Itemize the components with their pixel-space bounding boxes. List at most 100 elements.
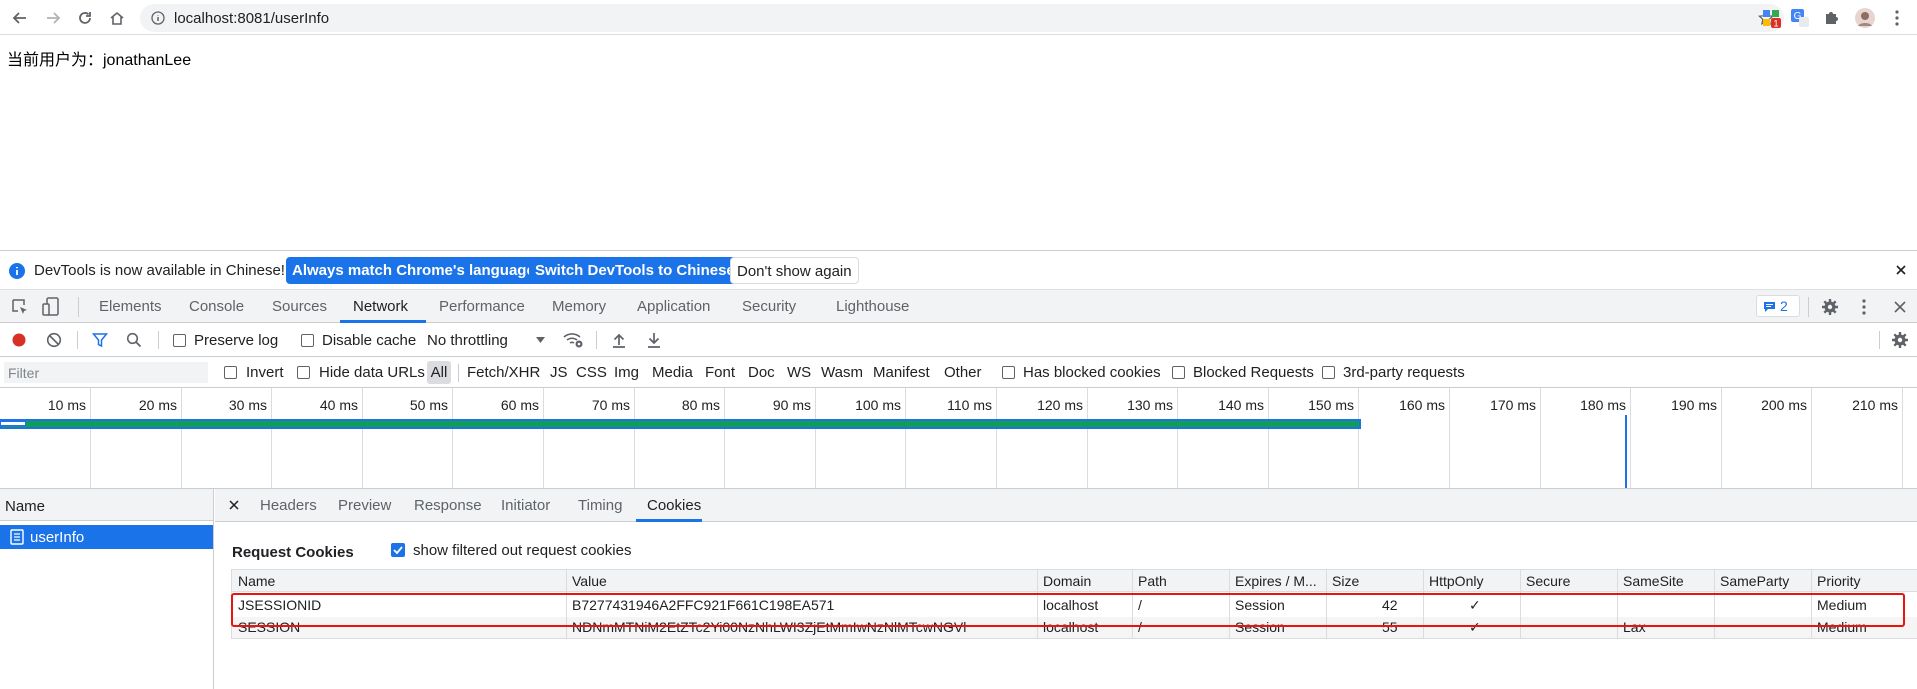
tab-application[interactable]: Application (637, 298, 710, 315)
checkmark-icon (393, 546, 403, 555)
settings-gear-icon[interactable] (1821, 298, 1839, 316)
col-header-expires[interactable]: Expires / M... (1235, 573, 1317, 589)
third-party-requests-checkbox[interactable] (1322, 366, 1335, 379)
request-row-userinfo[interactable]: userInfo (0, 525, 213, 549)
col-header-priority[interactable]: Priority (1817, 573, 1861, 589)
col-header-httponly[interactable]: HttpOnly (1429, 573, 1483, 589)
profile-avatar-icon[interactable] (1854, 7, 1876, 29)
filter-input[interactable] (4, 362, 208, 383)
throttling-select[interactable]: No throttling (427, 332, 508, 349)
always-match-language-button[interactable]: Always match Chrome's language (286, 257, 541, 284)
tab-lighthouse[interactable]: Lighthouse (836, 298, 909, 315)
filter-funnel-icon[interactable] (92, 332, 108, 348)
tab-cookies[interactable]: Cookies (647, 497, 701, 514)
dont-show-again-button[interactable]: Don't show again (730, 257, 859, 284)
tab-security[interactable]: Security (742, 298, 796, 315)
timeline-tick-label: 110 ms (947, 397, 992, 413)
timeline-tick-label: 130 ms (1127, 397, 1173, 413)
tab-initiator[interactable]: Initiator (501, 497, 550, 514)
type-filter-manifest[interactable]: Manifest (873, 364, 930, 381)
record-button-icon[interactable] (11, 332, 27, 348)
clear-icon[interactable] (46, 332, 62, 348)
col-header-sameparty[interactable]: SameParty (1720, 573, 1789, 589)
extension-tabs-icon[interactable]: 1 (1760, 7, 1782, 29)
timeline-gridline (543, 388, 544, 488)
type-filter-js[interactable]: JS (550, 364, 568, 381)
col-header-secure[interactable]: Secure (1526, 573, 1570, 589)
reload-icon[interactable] (72, 5, 98, 31)
request-list: Name userInfo (0, 489, 214, 689)
browser-menu-icon[interactable] (1886, 7, 1908, 29)
close-devtools-icon[interactable] (1894, 301, 1906, 313)
type-filter-all[interactable]: All (427, 361, 451, 384)
address-bar[interactable]: localhost:8081/userInfo (140, 4, 1784, 32)
type-filter-fetch-xhr[interactable]: Fetch/XHR (467, 364, 540, 381)
disable-cache-checkbox[interactable] (301, 334, 314, 347)
preserve-log-checkbox[interactable] (173, 334, 186, 347)
type-filter-img[interactable]: Img (614, 364, 639, 381)
timeline-tick-label: 100 ms (855, 397, 901, 413)
switch-devtools-chinese-button[interactable]: Switch DevTools to Chinese (529, 257, 741, 284)
dropdown-arrow-icon[interactable] (536, 337, 545, 343)
timeline-gridline (1358, 388, 1359, 488)
name-column-header[interactable]: Name (0, 489, 213, 521)
col-header-domain[interactable]: Domain (1043, 573, 1091, 589)
tab-preview[interactable]: Preview (338, 497, 391, 514)
show-filtered-cookies-checkbox[interactable] (391, 543, 405, 557)
tab-console[interactable]: Console (189, 298, 244, 315)
inspect-element-icon[interactable] (11, 298, 29, 316)
hide-data-urls-checkbox[interactable] (297, 366, 310, 379)
col-header-path[interactable]: Path (1138, 573, 1167, 589)
invert-checkbox[interactable] (224, 366, 237, 379)
tab-memory[interactable]: Memory (552, 298, 606, 315)
tab-sources[interactable]: Sources (272, 298, 327, 315)
search-icon[interactable] (126, 332, 142, 348)
timeline-gridline (1902, 388, 1903, 488)
col-header-size[interactable]: Size (1332, 573, 1359, 589)
svg-text:1: 1 (1773, 19, 1778, 29)
device-toolbar-icon[interactable] (42, 297, 60, 317)
type-filter-doc[interactable]: Doc (748, 364, 775, 381)
tab-timing[interactable]: Timing (578, 497, 622, 514)
home-icon[interactable] (104, 5, 130, 31)
export-har-icon[interactable] (646, 332, 662, 348)
blocked-requests-checkbox[interactable] (1172, 366, 1185, 379)
infobar-message: DevTools is now available in Chinese! (34, 262, 285, 279)
network-overview-timeline[interactable]: 10 ms 20 ms 30 ms 40 ms 50 ms 60 ms 70 ms 80 ms… (0, 388, 1917, 489)
tab-network[interactable]: Network (353, 298, 408, 315)
col-header-samesite[interactable]: SameSite (1623, 573, 1684, 589)
show-filtered-cookies-label: show filtered out request cookies (413, 542, 632, 559)
type-filter-other[interactable]: Other (944, 364, 982, 381)
extensions-puzzle-icon[interactable] (1821, 7, 1843, 29)
forward-icon[interactable] (40, 5, 66, 31)
type-filter-media[interactable]: Media (652, 364, 693, 381)
col-header-name[interactable]: Name (238, 573, 275, 589)
tab-performance[interactable]: Performance (439, 298, 525, 315)
translate-extension-icon[interactable]: G (1789, 7, 1811, 29)
devtools-menu-icon[interactable] (1862, 299, 1866, 315)
timeline-gridline (271, 388, 272, 488)
timeline-tick-label: 160 ms (1399, 397, 1445, 413)
timeline-gridline (634, 388, 635, 488)
has-blocked-cookies-checkbox[interactable] (1002, 366, 1015, 379)
close-infobar-icon[interactable] (1895, 264, 1907, 276)
type-filter-css[interactable]: CSS (576, 364, 607, 381)
timeline-tick-label: 140 ms (1218, 397, 1264, 413)
name-header-label: Name (5, 498, 46, 515)
detail-tab-bar: Headers Preview Response Initiator Timin… (215, 489, 1917, 522)
type-filter-ws[interactable]: WS (787, 364, 811, 381)
col-header-value[interactable]: Value (572, 573, 607, 589)
tab-headers[interactable]: Headers (260, 497, 317, 514)
close-detail-icon[interactable] (229, 500, 239, 510)
type-filter-wasm[interactable]: Wasm (821, 364, 863, 381)
info-icon[interactable] (151, 11, 165, 25)
network-settings-gear-icon[interactable] (1891, 331, 1909, 349)
issues-counter-button[interactable]: 2 (1756, 295, 1800, 317)
tab-response[interactable]: Response (414, 497, 482, 514)
timeline-gridline (181, 388, 182, 488)
import-har-icon[interactable] (611, 332, 627, 348)
network-conditions-wifi-icon[interactable] (562, 331, 584, 349)
type-filter-font[interactable]: Font (705, 364, 735, 381)
back-icon[interactable] (7, 5, 33, 31)
tab-elements[interactable]: Elements (99, 298, 162, 315)
